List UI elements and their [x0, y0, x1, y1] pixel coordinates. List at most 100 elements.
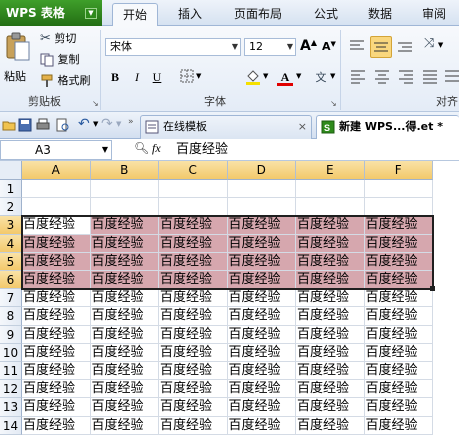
- cell-a2[interactable]: [22, 198, 91, 217]
- cell-e13[interactable]: 百度经验: [296, 398, 365, 417]
- cell-c9[interactable]: 百度经验: [159, 325, 228, 344]
- cell-c4[interactable]: 百度经验: [159, 234, 228, 253]
- chevron-down-icon[interactable]: ▼: [116, 120, 121, 128]
- cell-e10[interactable]: 百度经验: [296, 343, 365, 362]
- paste-button[interactable]: 粘贴: [2, 30, 34, 86]
- row-header-4[interactable]: 4: [0, 234, 22, 253]
- cell-d8[interactable]: 百度经验: [227, 307, 296, 326]
- cell-a1[interactable]: [22, 180, 91, 199]
- row-header-7[interactable]: 7: [0, 289, 22, 308]
- cell-d9[interactable]: 百度经验: [227, 325, 296, 344]
- cell-a8[interactable]: 百度经验: [22, 307, 91, 326]
- row-header-1[interactable]: 1: [0, 180, 22, 199]
- cell-a12[interactable]: 百度经验: [22, 380, 91, 399]
- font-size-select[interactable]: 12 ▼: [244, 38, 296, 56]
- italic-button[interactable]: I: [128, 68, 146, 86]
- cell-b11[interactable]: 百度经验: [90, 362, 159, 381]
- row-header-3[interactable]: 3: [0, 216, 22, 235]
- cell-a3[interactable]: 百度经验: [22, 216, 91, 235]
- grow-font-button[interactable]: A▲: [300, 38, 317, 54]
- open-folder-icon[interactable]: [2, 118, 16, 132]
- cell-c1[interactable]: [159, 180, 228, 199]
- cell-d14[interactable]: 百度经验: [227, 416, 296, 435]
- cell-e4[interactable]: 百度经验: [296, 234, 365, 253]
- align-right-button[interactable]: [398, 68, 416, 86]
- cell-b14[interactable]: 百度经验: [90, 416, 159, 435]
- cell-e6[interactable]: 百度经验: [296, 271, 365, 290]
- cut-button[interactable]: ✂ 剪切: [40, 30, 76, 48]
- cell-f11[interactable]: 百度经验: [364, 362, 433, 381]
- cell-c11[interactable]: 百度经验: [159, 362, 228, 381]
- chevron-down-icon[interactable]: ▼: [93, 120, 98, 128]
- cell-e2[interactable]: [296, 198, 365, 217]
- text-direction-button[interactable]: ⤨ ▼: [424, 36, 454, 56]
- cell-c3[interactable]: 百度经验: [159, 216, 228, 235]
- cell-c14[interactable]: 百度经验: [159, 416, 228, 435]
- cell-b10[interactable]: 百度经验: [90, 343, 159, 362]
- fill-color-button[interactable]: [244, 68, 262, 86]
- cell-f9[interactable]: 百度经验: [364, 325, 433, 344]
- distributed-button[interactable]: [444, 68, 459, 86]
- cell-a11[interactable]: 百度经验: [22, 362, 91, 381]
- font-color-button[interactable]: A: [276, 68, 294, 86]
- print-icon[interactable]: [36, 118, 50, 132]
- cell-f1[interactable]: [364, 180, 433, 199]
- column-header-f[interactable]: F: [364, 161, 433, 180]
- justify-button[interactable]: [422, 68, 440, 86]
- tab-page-layout[interactable]: 页面布局: [224, 3, 292, 26]
- cell-d13[interactable]: 百度经验: [227, 398, 296, 417]
- cell-d5[interactable]: 百度经验: [227, 252, 296, 271]
- row-header-12[interactable]: 12: [0, 380, 22, 399]
- cell-c13[interactable]: 百度经验: [159, 398, 228, 417]
- cell-f12[interactable]: 百度经验: [364, 380, 433, 399]
- row-header-11[interactable]: 11: [0, 362, 22, 381]
- cell-d1[interactable]: [227, 180, 296, 199]
- cell-e9[interactable]: 百度经验: [296, 325, 365, 344]
- cell-b8[interactable]: 百度经验: [90, 307, 159, 326]
- cell-e1[interactable]: [296, 180, 365, 199]
- cell-b5[interactable]: 百度经验: [90, 252, 159, 271]
- bold-button[interactable]: B: [106, 68, 124, 86]
- select-all-corner[interactable]: [0, 161, 22, 180]
- cell-e3[interactable]: 百度经验: [296, 216, 365, 235]
- cell-f10[interactable]: 百度经验: [364, 343, 433, 362]
- cell-e8[interactable]: 百度经验: [296, 307, 365, 326]
- cell-f13[interactable]: 百度经验: [364, 398, 433, 417]
- toolbar-overflow-icon[interactable]: »: [128, 117, 134, 127]
- font-launcher-icon[interactable]: ↘: [330, 99, 337, 108]
- column-header-a[interactable]: A: [22, 161, 91, 180]
- column-header-c[interactable]: C: [159, 161, 228, 180]
- align-middle-button[interactable]: [370, 36, 392, 58]
- fill-handle[interactable]: [430, 286, 435, 292]
- cell-b4[interactable]: 百度经验: [90, 234, 159, 253]
- cell-b3[interactable]: 百度经验: [90, 216, 159, 235]
- cell-a13[interactable]: 百度经验: [22, 398, 91, 417]
- cell-c12[interactable]: 百度经验: [159, 380, 228, 399]
- shrink-font-button[interactable]: A▼: [322, 40, 336, 53]
- cell-e12[interactable]: 百度经验: [296, 380, 365, 399]
- cell-c10[interactable]: 百度经验: [159, 343, 228, 362]
- cell-b7[interactable]: 百度经验: [90, 289, 159, 308]
- tab-review[interactable]: 审阅: [412, 3, 456, 26]
- app-menu-dropdown-icon[interactable]: ▼: [85, 8, 97, 19]
- cell-d2[interactable]: [227, 198, 296, 217]
- borders-button[interactable]: [178, 68, 196, 86]
- cell-e14[interactable]: 百度经验: [296, 416, 365, 435]
- doc-tab-active-workbook[interactable]: S 新建 WPS...得.et *: [316, 115, 459, 139]
- name-box[interactable]: A3 ▼: [0, 140, 112, 160]
- cell-f5[interactable]: 百度经验: [364, 252, 433, 271]
- cell-a7[interactable]: 百度经验: [22, 289, 91, 308]
- app-menu-button[interactable]: WPS 表格 ▼: [0, 0, 102, 26]
- copy-button[interactable]: 复制: [40, 51, 80, 69]
- save-icon[interactable]: [18, 118, 32, 132]
- cell-b12[interactable]: 百度经验: [90, 380, 159, 399]
- align-center-button[interactable]: [374, 68, 392, 86]
- close-icon[interactable]: ×: [298, 116, 307, 138]
- chevron-down-icon[interactable]: ▼: [196, 72, 201, 80]
- column-header-b[interactable]: B: [90, 161, 159, 180]
- underline-button[interactable]: U: [148, 68, 166, 86]
- cell-f4[interactable]: 百度经验: [364, 234, 433, 253]
- cell-c6[interactable]: 百度经验: [159, 271, 228, 290]
- cell-f3[interactable]: 百度经验: [364, 216, 433, 235]
- cell-a14[interactable]: 百度经验: [22, 416, 91, 435]
